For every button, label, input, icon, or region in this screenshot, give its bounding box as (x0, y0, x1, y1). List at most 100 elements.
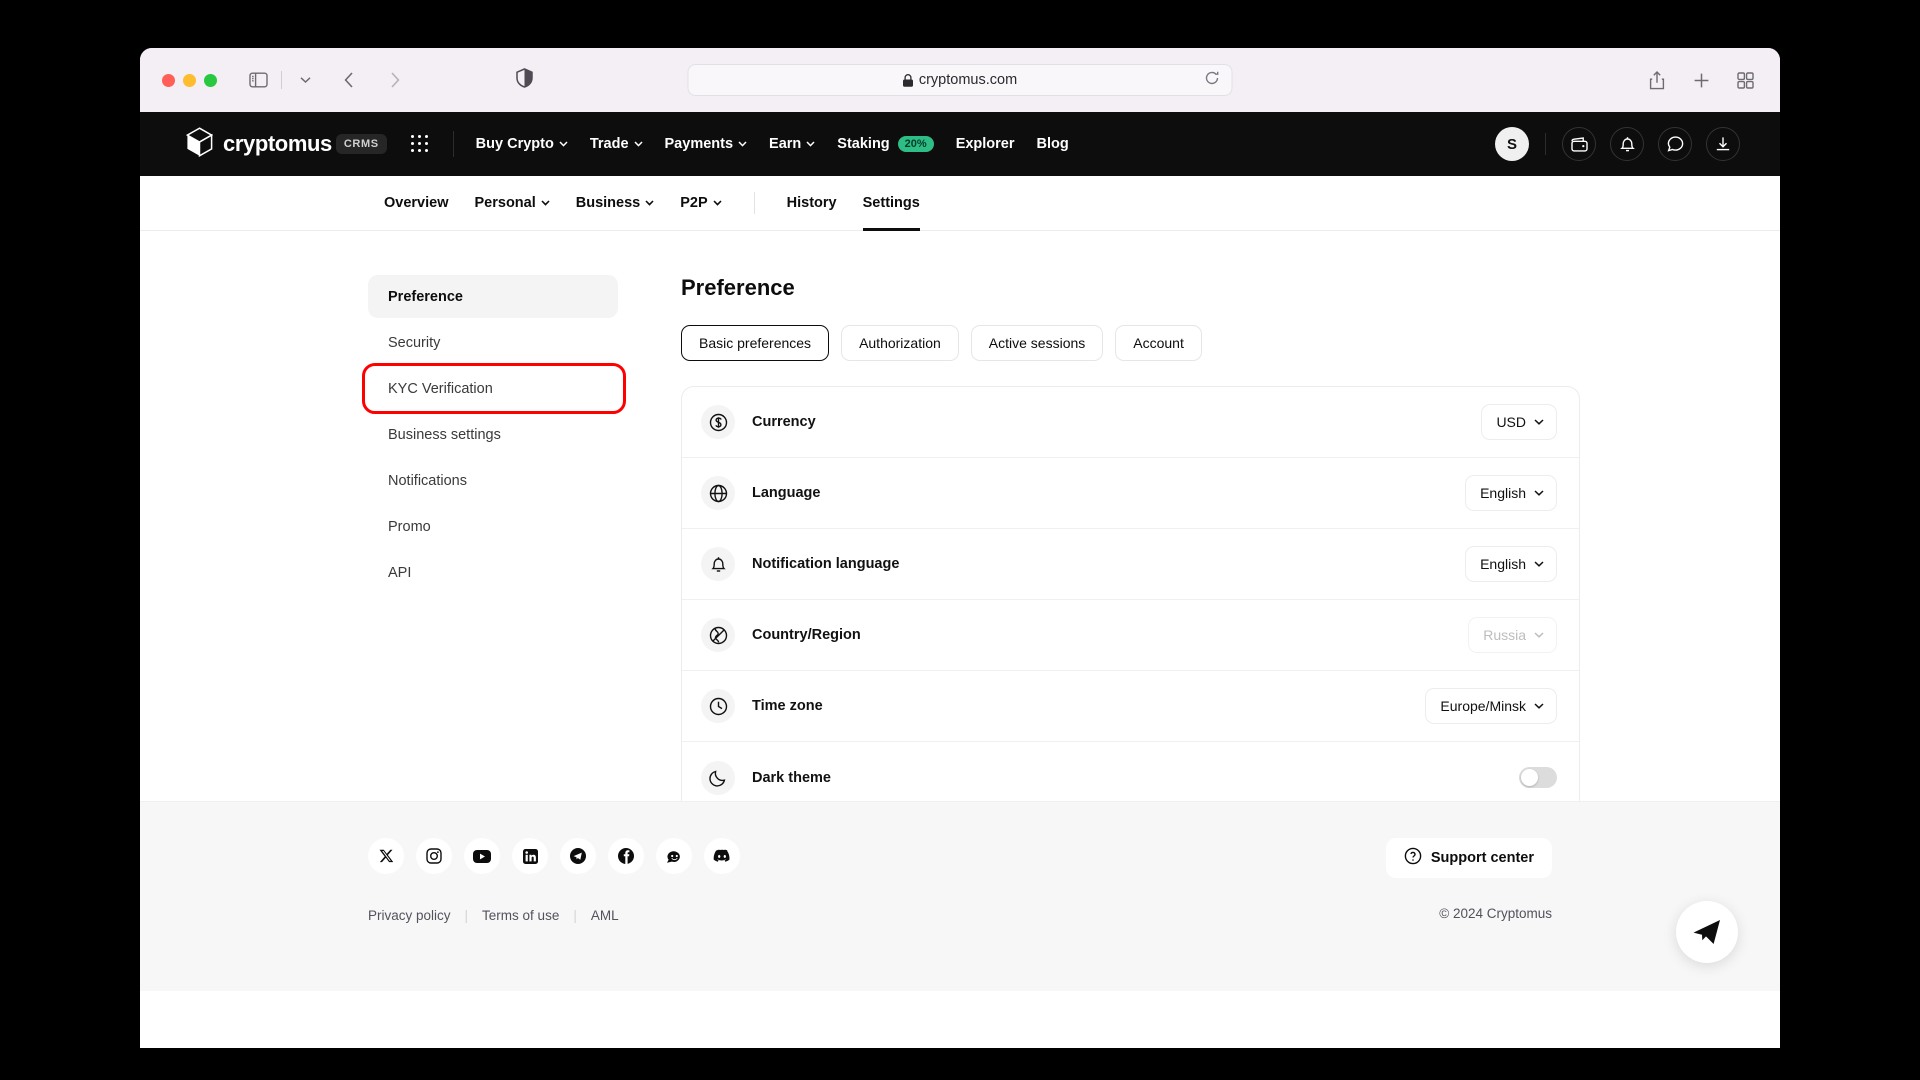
setting-label: Dark theme (752, 769, 831, 786)
toggle-knob (1521, 769, 1538, 786)
tab-active-sessions[interactable]: Active sessions (970, 325, 1104, 361)
privacy-shield-icon[interactable] (516, 67, 533, 93)
sidebar-item-label: API (388, 564, 412, 581)
select-value: Russia (1483, 627, 1526, 643)
nav-item-explorer[interactable]: Explorer (956, 136, 1015, 152)
address-bar-url: cryptomus.com (918, 72, 1018, 88)
tab-personal[interactable]: Personal (475, 176, 550, 231)
lock-icon (903, 73, 914, 87)
main-nav: Buy Crypto Trade Payments Earn Staking 2… (476, 136, 1069, 152)
youtube-icon[interactable] (464, 838, 500, 874)
support-center-button[interactable]: Support center (1385, 838, 1552, 878)
chevron-down-icon (1534, 632, 1544, 638)
wallet-icon[interactable] (1562, 127, 1596, 161)
nav-item-trade[interactable]: Trade (590, 136, 643, 152)
setting-label: Currency (752, 414, 816, 430)
reddit-icon[interactable] (656, 838, 692, 874)
nav-label: Buy Crypto (475, 136, 554, 152)
country-select-wrapper: Russia (1468, 617, 1557, 653)
tab-label: Basic preferences (699, 335, 812, 351)
footer-link-terms-of-use[interactable]: Terms of use (482, 908, 559, 923)
back-arrow-icon[interactable] (334, 66, 364, 94)
setting-label: Country/Region (752, 627, 861, 643)
app-grid-icon[interactable] (410, 135, 429, 153)
tab-p2p[interactable]: P2P (680, 176, 722, 231)
telegram-send-icon[interactable] (1676, 901, 1738, 963)
avatar[interactable]: S (1495, 127, 1529, 161)
sidebar-item-notifications[interactable]: Notifications (368, 459, 618, 502)
nav-item-staking[interactable]: Staking 20% (837, 136, 934, 152)
footer-links: Privacy policy | Terms of use | AML (368, 908, 1552, 923)
telegram-icon[interactable] (560, 838, 596, 874)
chat-icon[interactable] (1658, 127, 1692, 161)
nav-item-earn[interactable]: Earn (769, 136, 815, 152)
tab-label: Authorization (859, 335, 941, 351)
toolbar-divider (281, 71, 282, 89)
x-icon[interactable] (368, 838, 404, 874)
nav-item-payments[interactable]: Payments (665, 136, 748, 152)
tab-overview-icon[interactable] (1730, 66, 1760, 94)
tab-label: Business (575, 194, 641, 211)
footer-link-aml[interactable]: AML (591, 908, 619, 923)
header-divider (1545, 133, 1546, 155)
tab-history[interactable]: History (787, 176, 837, 231)
header-divider (452, 131, 454, 157)
notification-language-select[interactable]: English (1465, 546, 1557, 582)
brand-logo[interactable]: cryptomus (185, 126, 332, 162)
tab-account[interactable]: Account (1115, 325, 1202, 361)
tab-overview[interactable]: Overview (384, 176, 449, 231)
sidebar-item-business-settings[interactable]: Business settings (368, 413, 618, 456)
plus-icon[interactable] (1686, 66, 1716, 94)
chevron-down-icon (1534, 419, 1544, 425)
chevron-down-icon[interactable] (290, 66, 320, 94)
tab-authorization[interactable]: Authorization (841, 325, 959, 361)
settings-sidebar: Preference Security KYC Verification Bus… (362, 275, 626, 801)
nav-item-blog[interactable]: Blog (1037, 136, 1069, 152)
language-select[interactable]: English (1465, 475, 1557, 511)
setting-row-currency: Currency USD (682, 387, 1579, 458)
linkedin-icon[interactable] (512, 838, 548, 874)
minimize-window-button[interactable] (183, 73, 196, 87)
sidebar-item-preference[interactable]: Preference (368, 275, 618, 318)
address-bar[interactable]: cryptomus.com (687, 64, 1233, 96)
dark-theme-toggle[interactable] (1519, 767, 1557, 788)
tab-label: P2P (680, 194, 708, 211)
maximize-window-button[interactable] (204, 73, 217, 87)
tab-business[interactable]: Business (576, 176, 654, 231)
chevron-down-icon (1534, 703, 1544, 709)
select-value: USD (1496, 414, 1526, 430)
sidebar-toggle-icon[interactable] (243, 66, 273, 94)
instagram-icon[interactable] (416, 838, 452, 874)
crms-badge[interactable]: CRMS (335, 134, 387, 154)
tab-settings[interactable]: Settings (862, 176, 921, 231)
site-header: cryptomus CRMS Buy Crypto Trade Payments… (140, 112, 1780, 176)
sidebar-item-kyc-verification[interactable]: KYC Verification (362, 363, 626, 414)
sidebar-item-security[interactable]: Security (368, 321, 618, 364)
country-region-select: Russia (1468, 617, 1557, 653)
footer-divider: | (573, 908, 577, 923)
close-window-button[interactable] (162, 73, 175, 87)
tab-label: Overview (384, 194, 449, 211)
sidebar-item-promo[interactable]: Promo (368, 505, 618, 548)
nav-item-buy-crypto[interactable]: Buy Crypto (476, 136, 568, 152)
nav-label: Explorer (955, 136, 1015, 152)
header-actions: S (1495, 127, 1740, 161)
notification-language-select-wrapper: English (1465, 546, 1557, 582)
time-zone-select[interactable]: Europe/Minsk (1425, 688, 1557, 724)
tab-basic-preferences[interactable]: Basic preferences (681, 325, 830, 361)
reload-icon[interactable] (1205, 71, 1220, 90)
discord-icon[interactable] (704, 838, 740, 874)
browser-window: cryptomus.com cryptomus CRMS Buy Crypto … (140, 48, 1780, 1048)
copyright: © 2024 Cryptomus (1439, 906, 1552, 921)
forward-arrow-icon[interactable] (380, 66, 410, 94)
footer-link-privacy-policy[interactable]: Privacy policy (368, 908, 451, 923)
bell-icon[interactable] (1610, 127, 1644, 161)
facebook-icon[interactable] (608, 838, 644, 874)
brand-name: cryptomus (223, 131, 332, 156)
currency-select[interactable]: USD (1481, 404, 1557, 440)
sidebar-item-api[interactable]: API (368, 551, 618, 594)
sidebar-item-label: Preference (388, 288, 463, 305)
share-icon[interactable] (1642, 66, 1672, 94)
download-icon[interactable] (1706, 127, 1740, 161)
nav-label: Staking (837, 136, 890, 152)
